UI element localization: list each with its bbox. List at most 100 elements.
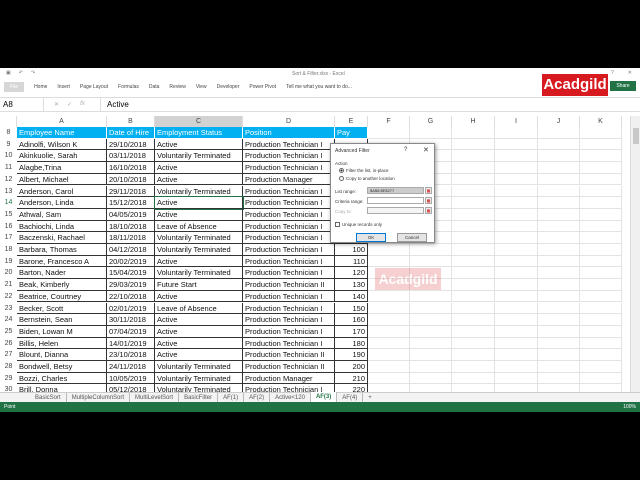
column-header-A[interactable]: A [17, 116, 107, 127]
empty-cell[interactable] [538, 349, 580, 361]
header-cell[interactable]: Position [243, 127, 335, 139]
ribbon-tab-power-pivot[interactable]: Power Pivot [249, 84, 276, 90]
sheet-tab[interactable]: Active<120 [270, 392, 311, 403]
enter-icon[interactable]: ✓ [67, 101, 72, 108]
empty-cell[interactable] [495, 173, 538, 186]
empty-cell[interactable] [452, 255, 495, 268]
empty-cell[interactable] [495, 197, 538, 209]
cell[interactable]: Production Technician I [243, 302, 335, 315]
cell[interactable]: Production Technician II [243, 279, 335, 291]
cancel-icon[interactable]: ✕ [54, 101, 59, 108]
empty-cell[interactable] [368, 349, 410, 361]
cell[interactable]: Anderson, Carol [17, 185, 107, 198]
empty-cell[interactable] [495, 162, 538, 174]
empty-cell[interactable] [410, 255, 452, 268]
cell[interactable]: Bachiochi, Linda [17, 220, 107, 233]
list-range-input[interactable]: $A$8:$E$277 [367, 187, 424, 194]
row-number[interactable]: 23 [0, 303, 17, 315]
empty-cell[interactable] [538, 314, 580, 326]
empty-cell[interactable] [580, 162, 622, 174]
empty-cell[interactable] [538, 361, 580, 373]
cell[interactable]: Active [155, 255, 243, 268]
cell[interactable]: Akinkuolie, Sarah [17, 150, 107, 163]
empty-cell[interactable] [580, 138, 622, 151]
row-number[interactable]: 20 [0, 267, 17, 279]
filter-in-place-radio[interactable]: Filter the list, in-place [339, 168, 389, 173]
cell[interactable]: Active [155, 349, 243, 361]
cell[interactable]: 120 [335, 267, 368, 280]
row-number[interactable]: 16 [0, 221, 17, 233]
empty-cell[interactable] [580, 185, 622, 198]
empty-cell[interactable] [410, 290, 452, 303]
empty-cell[interactable] [495, 244, 538, 256]
cell[interactable]: Production Technician II [243, 361, 335, 373]
cell[interactable]: 03/11/2018 [107, 150, 155, 163]
empty-cell[interactable] [452, 337, 495, 350]
empty-cell[interactable] [495, 279, 538, 291]
cell[interactable]: 16/10/2018 [107, 162, 155, 174]
empty-cell[interactable] [495, 361, 538, 373]
empty-cell[interactable] [452, 349, 495, 361]
cell[interactable]: Blount, Dianna [17, 349, 107, 361]
select-all-corner[interactable] [0, 116, 17, 127]
cell[interactable]: Production Technician I [243, 150, 335, 163]
empty-cell[interactable] [452, 302, 495, 315]
cell[interactable]: Voluntarily Terminated [155, 267, 243, 280]
cell[interactable]: 160 [335, 314, 368, 326]
empty-cell[interactable] [452, 232, 495, 244]
cell[interactable]: Anderson, Linda [17, 197, 107, 209]
row-number[interactable]: 17 [0, 232, 17, 244]
empty-cell[interactable] [410, 325, 452, 338]
cell[interactable]: 150 [335, 302, 368, 315]
row-number[interactable]: 22 [0, 291, 17, 303]
column-header-D[interactable]: D [243, 116, 335, 127]
copy-to-location-radio[interactable]: Copy to another location [339, 176, 395, 181]
row-number[interactable]: 10 [0, 150, 17, 162]
cell[interactable]: Production Technician I [243, 232, 335, 244]
ribbon-tab-home[interactable]: Home [34, 84, 47, 90]
cell[interactable]: Production Technician I [243, 244, 335, 256]
range-picker-icon[interactable]: ▦ [425, 197, 432, 204]
row-number[interactable]: 14 [0, 197, 17, 209]
empty-cell[interactable] [368, 372, 410, 385]
empty-cell[interactable] [538, 232, 580, 244]
cell[interactable]: Beak, Kimberly [17, 279, 107, 291]
cell[interactable]: Voluntarily Terminated [155, 232, 243, 244]
empty-cell[interactable] [452, 185, 495, 198]
empty-cell[interactable] [410, 361, 452, 373]
empty-cell[interactable] [580, 197, 622, 209]
row-number[interactable]: 12 [0, 174, 17, 186]
empty-cell[interactable] [452, 361, 495, 373]
empty-cell[interactable] [410, 372, 452, 385]
row-number[interactable]: 19 [0, 256, 17, 268]
cell[interactable]: 02/01/2019 [107, 302, 155, 315]
empty-cell[interactable] [538, 302, 580, 315]
empty-cell[interactable] [538, 244, 580, 256]
column-header-I[interactable]: I [495, 116, 538, 127]
cell[interactable]: 29/11/2018 [107, 185, 155, 198]
empty-cell[interactable] [495, 255, 538, 268]
sheet-tab[interactable]: AF(4) [337, 392, 364, 403]
empty-cell[interactable] [580, 127, 622, 139]
help-button[interactable]: ? [611, 70, 614, 76]
empty-cell[interactable] [410, 302, 452, 315]
ribbon-tab-page-layout[interactable]: Page Layout [80, 84, 108, 90]
empty-cell[interactable] [538, 197, 580, 209]
empty-cell[interactable] [538, 220, 580, 233]
empty-cell[interactable] [538, 279, 580, 291]
cell[interactable]: 29/10/2018 [107, 138, 155, 151]
empty-cell[interactable] [538, 208, 580, 221]
ribbon-tab-file[interactable]: File [4, 81, 25, 92]
empty-cell[interactable] [495, 150, 538, 163]
formula-input[interactable]: Active [100, 98, 640, 111]
empty-cell[interactable] [410, 337, 452, 350]
row-number[interactable]: 18 [0, 244, 17, 256]
cell[interactable]: Production Technician I [243, 220, 335, 233]
empty-cell[interactable] [452, 127, 495, 139]
cell[interactable]: Bernstein, Sean [17, 314, 107, 326]
cell[interactable]: 22/10/2018 [107, 290, 155, 303]
empty-cell[interactable] [452, 244, 495, 256]
row-number[interactable]: 28 [0, 361, 17, 373]
empty-cell[interactable] [495, 372, 538, 385]
cell[interactable]: Production Manager [243, 372, 335, 385]
